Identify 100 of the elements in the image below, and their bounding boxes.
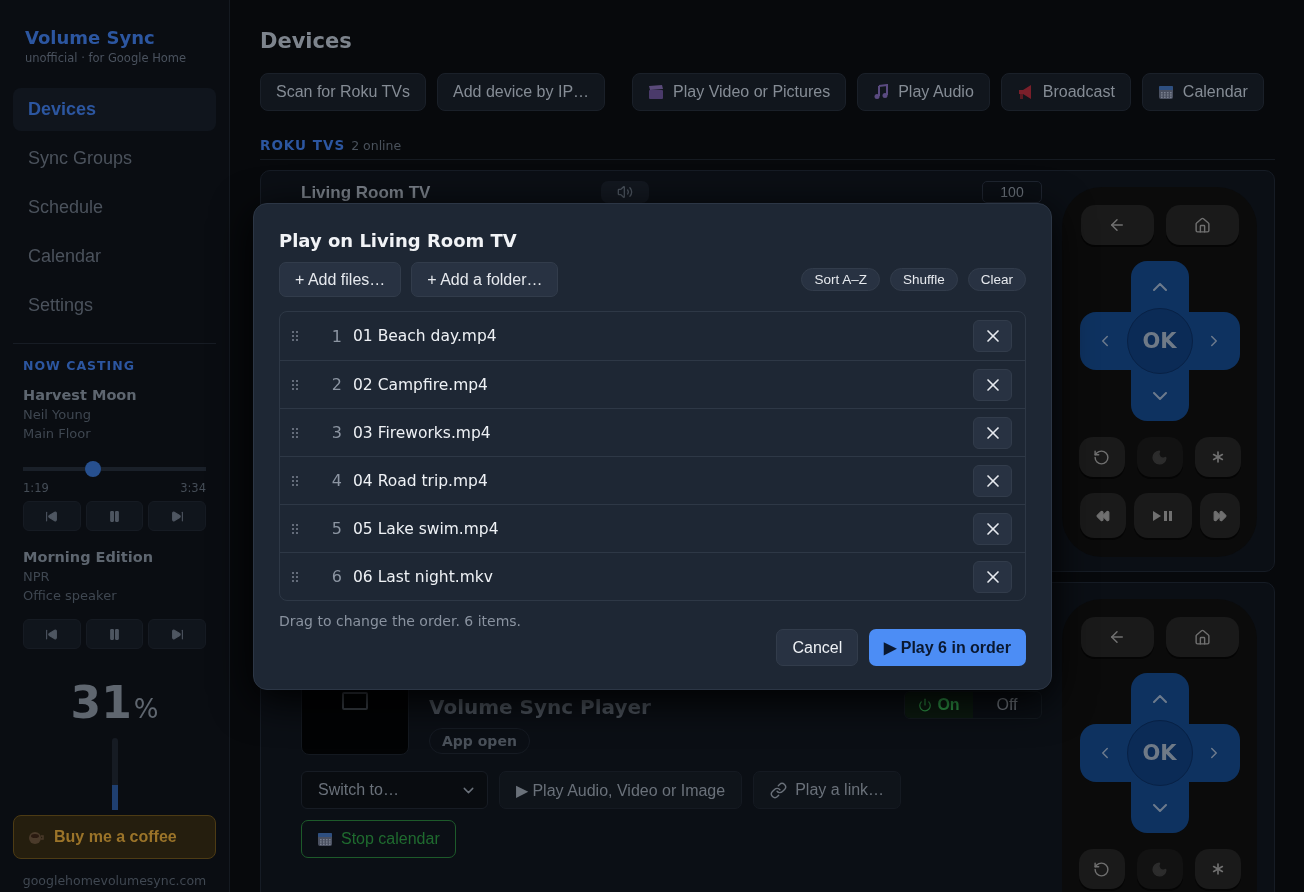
home-button[interactable] [1165,205,1239,245]
next-icon [170,509,184,523]
up-button[interactable] [1130,673,1189,724]
screen-icon [342,692,368,710]
sleep-button[interactable] [1136,849,1183,889]
nav-item[interactable]: Sync Groups [13,137,216,180]
list-tool-button[interactable]: Shuffle [889,268,958,291]
file-name: 02 Campfire.mp4 [353,375,489,394]
app-tagline: unofficial · for Google Home [24,51,188,65]
next-button[interactable] [148,619,206,649]
pause-icon [108,627,121,641]
previous-button[interactable] [23,619,81,649]
options-button[interactable] [1194,437,1241,477]
power-option[interactable]: Off [973,692,1041,718]
mute-button[interactable] [601,181,649,203]
toolbar-button[interactable]: Play Audio [857,73,990,111]
left-button[interactable] [1079,312,1131,370]
nav-item[interactable]: Calendar [13,235,216,278]
remove-button[interactable] [973,512,1012,545]
elapsed-time: 1:19 [23,481,49,495]
music-note-icon [873,84,890,100]
section-heading: ROKU TVS [260,137,346,153]
item-number: 4 [330,471,342,490]
nav-item[interactable]: Settings [13,284,216,327]
coffee-button[interactable]: Buy me a coffee [13,815,216,859]
next-button[interactable] [148,501,206,531]
power-option[interactable]: On [905,692,973,718]
options-button[interactable] [1194,849,1241,889]
power-toggle[interactable]: On Off [904,691,1042,719]
remove-button[interactable] [973,320,1012,352]
cancel-button[interactable]: Cancel [776,629,859,666]
up-button[interactable] [1130,261,1189,312]
switch-select[interactable]: Switch to… [301,771,488,809]
file-name: 01 Beach day.mp4 [353,327,498,345]
stop-calendar-button[interactable]: Stop calendar [301,820,456,858]
cast-device: Main Floor [23,426,92,441]
home-button[interactable] [1165,617,1239,657]
replay-button[interactable] [1078,849,1125,889]
drag-handle-icon[interactable] [292,475,298,486]
remove-button[interactable] [973,560,1012,593]
track-artist: NPR [23,569,51,584]
volume-value: 31 [70,677,132,728]
toolbar-button[interactable]: Scan for Roku TVs [260,73,426,111]
page-title: Devices [260,28,353,54]
replay-button[interactable] [1078,437,1125,477]
remove-button[interactable] [973,464,1012,497]
right-button[interactable] [1188,312,1240,370]
moon-icon [1151,448,1168,466]
chevron-down-icon [1152,803,1167,812]
drag-handle-icon[interactable] [292,427,298,438]
list-tool-button[interactable]: Sort A–Z [801,268,880,291]
add-button[interactable]: + Add a folder… [411,262,559,297]
down-button[interactable] [1130,370,1189,421]
fast-forward-button[interactable] [1199,493,1240,538]
previous-button[interactable] [23,501,81,531]
play-pause-button[interactable] [1133,493,1192,538]
pause-button[interactable] [85,501,144,531]
drag-handle-icon[interactable] [292,331,298,341]
add-button[interactable]: + Add files… [279,262,402,297]
play-button[interactable]: ▶ Play 6 in order [869,629,1026,666]
action-button[interactable]: Play a link… [753,771,902,809]
power-icon [918,698,933,712]
toolbar-button[interactable]: Broadcast [1000,73,1131,111]
drag-handle-icon[interactable] [292,523,298,534]
nav-item[interactable]: Schedule [13,186,216,229]
website-link[interactable]: googlehomevolumesync.com [22,873,207,888]
drag-handle-icon[interactable] [292,379,298,390]
pause-button[interactable] [85,619,144,649]
right-button[interactable] [1188,724,1240,782]
track-title: Harvest Moon [23,387,138,403]
track-artist: Neil Young [23,407,92,422]
file-name: 05 Lake swim.mp4 [353,519,500,538]
slider-thumb[interactable] [84,461,101,477]
item-number: 1 [330,326,342,346]
home-icon [1193,216,1211,234]
pause-icon [108,509,121,523]
item-number: 3 [330,423,342,442]
toolbar-button[interactable]: Calendar [1141,73,1264,111]
nav-item[interactable]: Devices [13,88,216,131]
action-button[interactable]: ▶ Play Audio, Video or Image [499,771,743,809]
previous-icon [45,509,59,523]
down-button[interactable] [1130,782,1189,833]
replay-icon [1093,448,1110,466]
online-count: 2 online [351,138,402,153]
volume-slider[interactable] [111,738,118,810]
remove-button[interactable] [973,368,1012,401]
sleep-button[interactable] [1136,437,1183,477]
list-tool-button[interactable]: Clear [967,268,1026,291]
megaphone-icon [1016,84,1034,100]
speaker-icon [617,184,633,200]
toolbar-button[interactable]: Add device by IP… [437,73,606,111]
remove-button[interactable] [973,416,1012,449]
fast-forward-icon [1212,508,1227,523]
item-number: 2 [330,375,342,394]
calendar-icon [1157,84,1174,100]
toolbar-button[interactable]: Play Video or Pictures [632,73,847,111]
file-name: 06 Last night.mkv [353,567,494,586]
drag-handle-icon[interactable] [292,571,298,582]
left-button[interactable] [1079,724,1131,782]
rewind-button[interactable] [1079,493,1126,538]
